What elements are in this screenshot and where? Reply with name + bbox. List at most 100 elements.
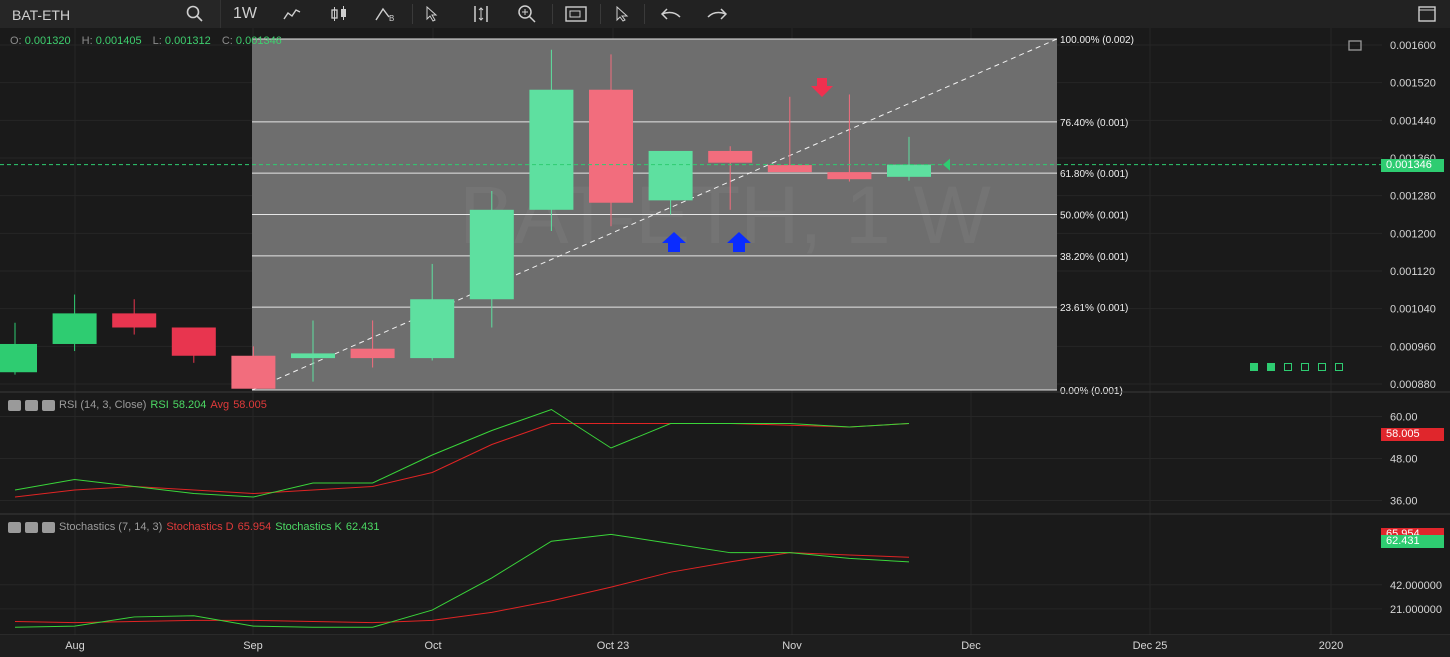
high-value: 0.001405: [95, 35, 142, 47]
chart-style-line-icon[interactable]: [282, 3, 302, 25]
open-label: O:: [10, 35, 22, 47]
time-axis-label: Dec 25: [1133, 640, 1168, 652]
search-icon[interactable]: [186, 3, 204, 25]
rsi-axis-label: 60.00: [1390, 412, 1418, 424]
stoch-axis-label: 21.000000: [1390, 604, 1442, 616]
price-axis-label: 0.001200: [1390, 228, 1436, 240]
measure-icon[interactable]: [470, 3, 492, 25]
page-dot[interactable]: [1250, 363, 1258, 371]
time-axis-label: Oct 23: [597, 640, 629, 652]
price-axis-label: 0.001280: [1390, 191, 1436, 203]
page-dot[interactable]: [1267, 363, 1275, 371]
cursor-mode-icon[interactable]: [614, 3, 630, 25]
open-value: 0.001320: [24, 35, 71, 47]
time-axis-label: Sep: [243, 640, 263, 652]
candle-body: [648, 150, 693, 201]
svg-text:B: B: [389, 14, 394, 22]
rsi-name: RSI (14, 3, Close): [59, 399, 147, 411]
indicators-icon[interactable]: B: [374, 3, 398, 25]
candle-body: [708, 150, 753, 163]
candle-body: [887, 164, 931, 177]
stoch-k-tag: 62.431: [1381, 535, 1444, 548]
price-axis-label: 0.001600: [1390, 40, 1436, 52]
candle-body: [171, 327, 216, 356]
stoch-header: Stochastics (7, 14, 3) Stochastics D 65.…: [8, 521, 380, 533]
low-label: L:: [152, 35, 162, 47]
candle-body: [0, 343, 37, 373]
candle-body: [112, 313, 157, 328]
price-axis-label: 0.001040: [1390, 304, 1436, 316]
rsi-value: 58.204: [172, 399, 207, 411]
fib-level-label: 23.61% (0.001): [1060, 303, 1128, 314]
time-axis-label: Dec: [961, 640, 981, 652]
page-dot[interactable]: [1301, 363, 1309, 371]
close-label: C:: [221, 35, 233, 47]
candle-body: [827, 172, 872, 180]
rsi-axis-label: 48.00: [1390, 454, 1418, 466]
rsi-header: RSI (14, 3, Close) RSI 58.204 Avg 58.005: [8, 399, 267, 411]
low-value: 0.001312: [164, 35, 211, 47]
price-axis-label: 0.000960: [1390, 341, 1436, 353]
hide-icon[interactable]: [25, 521, 38, 533]
stoch-name: Stochastics (7, 14, 3): [59, 521, 163, 533]
candle-body: [767, 165, 812, 173]
eye-icon[interactable]: [8, 521, 21, 533]
price-axis-label: 0.001520: [1390, 78, 1436, 90]
current-price-tag: 0.001346: [1381, 159, 1444, 172]
high-label: H:: [81, 35, 93, 47]
rsi-avg-label: Avg: [210, 399, 230, 411]
candle-body: [469, 209, 514, 300]
candle-body: [589, 89, 633, 203]
settings-icon[interactable]: [42, 399, 55, 411]
time-axis-background: [0, 635, 1450, 657]
undo-icon[interactable]: [660, 3, 682, 25]
time-axis-label: Nov: [782, 640, 802, 652]
price-axis-label: 0.001120: [1390, 266, 1435, 278]
hide-icon[interactable]: [25, 399, 38, 411]
candles-icon[interactable]: [328, 3, 350, 25]
stoch-axis-label: 42.000000: [1390, 580, 1442, 592]
rsi-axis-label: 36.00: [1390, 496, 1418, 508]
candle-body: [529, 89, 574, 210]
zoom-icon[interactable]: [516, 3, 538, 25]
redo-icon[interactable]: [706, 3, 728, 25]
time-axis-label: 2020: [1319, 640, 1343, 652]
stoch-d-value: 65.954: [237, 521, 272, 533]
fib-level-label: 50.00% (0.001): [1060, 211, 1128, 222]
rsi-avg-tag: 58.005: [1381, 428, 1444, 441]
fib-level-label: 76.40% (0.001): [1060, 118, 1128, 129]
candle-body: [231, 355, 276, 389]
price-axis-label: 0.000880: [1390, 379, 1436, 391]
screenshot-icon[interactable]: [564, 3, 588, 25]
price-chart[interactable]: BAT-ETH, 1 W100.00% (0.002)76.40% (0.001…: [0, 28, 1450, 657]
ohlc-readout: O: 0.001320 H: 0.001405 L: 0.001312 C: 0…: [10, 35, 290, 47]
page-dot[interactable]: [1318, 363, 1326, 371]
candle-body: [410, 299, 455, 359]
pointer-icon[interactable]: [424, 3, 440, 25]
stoch-k-value: 62.431: [345, 521, 380, 533]
time-axis-label: Oct: [424, 640, 441, 652]
fullscreen-icon[interactable]: [1416, 3, 1438, 25]
close-value: 0.001346: [235, 35, 282, 47]
candle-body: [291, 353, 335, 359]
interval-button[interactable]: 1W: [232, 3, 258, 25]
rsi-value-label: RSI: [150, 399, 169, 411]
fib-level-label: 61.80% (0.001): [1060, 169, 1128, 180]
stoch-k-label: Stochastics K: [275, 521, 342, 533]
stoch-d-label: Stochastics D: [166, 521, 234, 533]
eye-icon[interactable]: [8, 399, 21, 411]
symbol-input[interactable]: [10, 5, 184, 25]
page-dots: [1250, 363, 1343, 371]
candle-body: [350, 348, 395, 359]
price-axis-label: 0.001440: [1390, 115, 1436, 127]
candle-body: [52, 313, 97, 344]
fib-level-label: 38.20% (0.001): [1060, 252, 1128, 263]
fib-level-label: 100.00% (0.002): [1060, 35, 1134, 46]
rsi-avg-value: 58.005: [233, 399, 267, 411]
top-toolbar: 1W B: [0, 0, 1450, 29]
settings-icon[interactable]: [42, 521, 55, 533]
symbol-search[interactable]: [0, 0, 221, 28]
time-axis-label: Aug: [65, 640, 85, 652]
page-dot[interactable]: [1335, 363, 1343, 371]
page-dot[interactable]: [1284, 363, 1292, 371]
